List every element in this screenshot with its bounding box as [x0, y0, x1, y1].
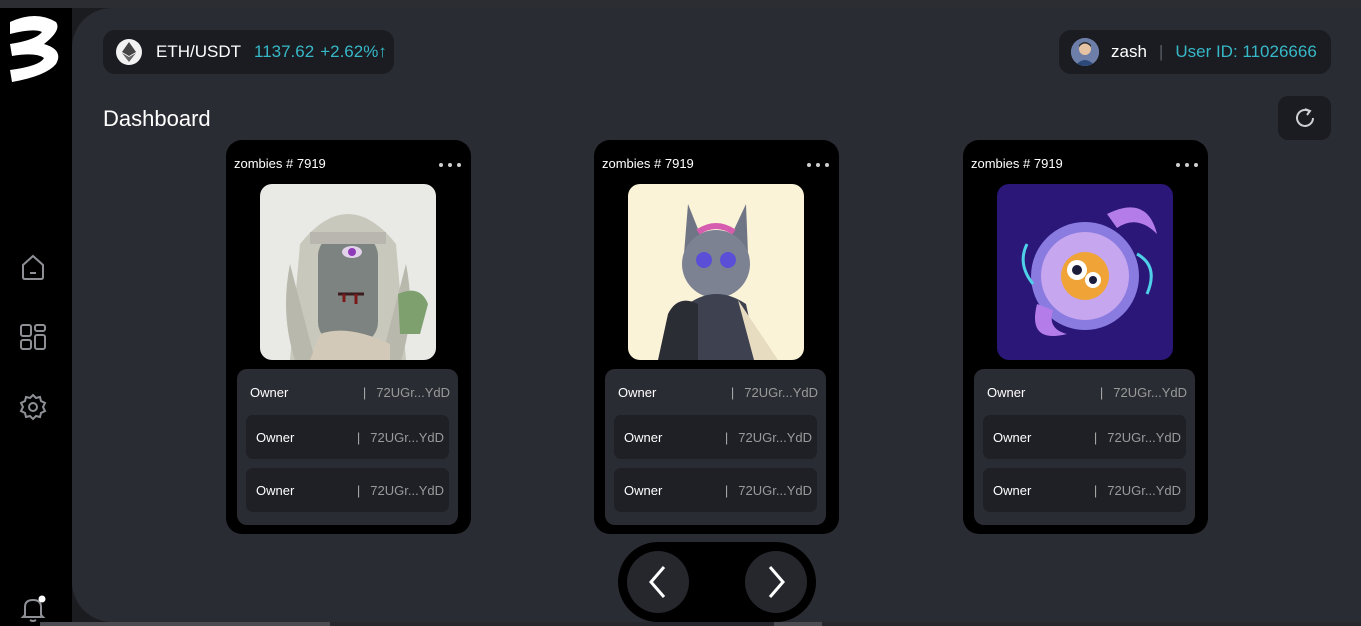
chevron-right-icon [768, 566, 785, 598]
owner-row[interactable]: Owner | 72UGr...YdD [977, 377, 1192, 407]
next-button[interactable] [745, 551, 807, 613]
avatar [1071, 38, 1099, 66]
user-separator: | [1158, 42, 1164, 61]
bell-icon[interactable] [18, 594, 48, 624]
owner-list: Owner | 72UGr...YdD Owner | 72UGr...YdD … [974, 369, 1195, 525]
owner-separator: | [362, 384, 367, 400]
ticker-pill[interactable]: ETH/USDT 1137.62 +2.62%↑ [103, 30, 394, 74]
owner-list: Owner | 72UGr...YdD Owner | 72UGr...YdD … [605, 369, 826, 525]
brand-logo[interactable] [6, 12, 62, 82]
owner-row[interactable]: Owner | 72UGr...YdD [246, 415, 449, 459]
owner-row[interactable]: Owner | 72UGr...YdD [240, 377, 455, 407]
card-title: zombies # 7919 [234, 156, 326, 171]
owner-row[interactable]: Owner | 72UGr...YdD [246, 468, 449, 512]
gear-icon[interactable] [18, 392, 48, 422]
owner-label: Owner [256, 429, 295, 445]
owner-address: 72UGr...YdD [376, 384, 450, 400]
zombie-nft-image [260, 184, 436, 360]
owner-label: Owner [624, 482, 663, 498]
owner-address: 72UGr...YdD [1113, 384, 1187, 400]
owner-list: Owner | 72UGr...YdD Owner | 72UGr...YdD … [237, 369, 458, 525]
owner-separator: | [356, 482, 361, 498]
chevron-left-icon [649, 566, 666, 598]
more-icon[interactable] [1176, 158, 1198, 172]
sidebar [0, 8, 72, 626]
owner-separator: | [1099, 384, 1104, 400]
owner-row[interactable]: Owner | 72UGr...YdD [614, 468, 817, 512]
owner-label: Owner [993, 482, 1032, 498]
owner-row[interactable]: Owner | 72UGr...YdD [983, 415, 1186, 459]
main-panel: ETH/USDT 1137.62 +2.62%↑ zash | User ID:… [72, 8, 1361, 622]
card-title: zombies # 7919 [971, 156, 1063, 171]
ethereum-icon [116, 39, 142, 65]
grid-icon[interactable] [18, 322, 48, 352]
eyeball-creature-nft-image [997, 184, 1173, 360]
owner-row[interactable]: Owner | 72UGr...YdD [983, 468, 1186, 512]
ticker-pair: ETH/USDT [156, 42, 241, 61]
owner-separator: | [724, 482, 729, 498]
owner-row[interactable]: Owner | 72UGr...YdD [608, 377, 823, 407]
owner-label: Owner [618, 384, 657, 400]
ticker-change: +2.62%↑ [320, 42, 387, 61]
owner-separator: | [724, 429, 729, 445]
owner-separator: | [1093, 482, 1098, 498]
owner-label: Owner [987, 384, 1026, 400]
home-icon[interactable] [18, 252, 48, 282]
refresh-button[interactable] [1278, 96, 1331, 140]
owner-address: 72UGr...YdD [370, 429, 444, 445]
card-title: zombies # 7919 [602, 156, 694, 171]
owner-address: 72UGr...YdD [738, 429, 812, 445]
owner-address: 72UGr...YdD [1107, 429, 1181, 445]
scrollbar-thumb[interactable] [774, 622, 822, 626]
more-icon[interactable] [807, 158, 829, 172]
owner-address: 72UGr...YdD [1107, 482, 1181, 498]
owner-label: Owner [256, 482, 295, 498]
owner-label: Owner [993, 429, 1032, 445]
lynx-nft-image [628, 184, 804, 360]
owner-label: Owner [624, 429, 663, 445]
page-title: Dashboard [103, 106, 211, 131]
owner-separator: | [1093, 429, 1098, 445]
user-pill[interactable]: zash | User ID: 11026666 [1059, 30, 1331, 74]
window-top-strip [0, 0, 1361, 8]
ticker-price: 1137.62 [254, 42, 315, 61]
username: zash [1111, 42, 1147, 61]
user-id: User ID: 11026666 [1175, 42, 1317, 61]
owner-address: 72UGr...YdD [738, 482, 812, 498]
scrollbar-thumb[interactable] [40, 622, 330, 626]
carousel-pager [618, 542, 816, 622]
nft-card[interactable]: zombies # 7919 Owner | 72UGr...YdD Owner… [226, 140, 471, 534]
owner-separator: | [730, 384, 735, 400]
owner-row[interactable]: Owner | 72UGr...YdD [614, 415, 817, 459]
more-icon[interactable] [439, 158, 461, 172]
prev-button[interactable] [627, 551, 689, 613]
owner-address: 72UGr...YdD [370, 482, 444, 498]
owner-separator: | [356, 429, 361, 445]
owner-address: 72UGr...YdD [744, 384, 818, 400]
nft-card[interactable]: zombies # 7919 Owner | 72UGr...YdD Owner… [594, 140, 839, 534]
owner-label: Owner [250, 384, 289, 400]
nft-card[interactable]: zombies # 7919 Owner | 72UGr...YdD Owner… [963, 140, 1208, 534]
